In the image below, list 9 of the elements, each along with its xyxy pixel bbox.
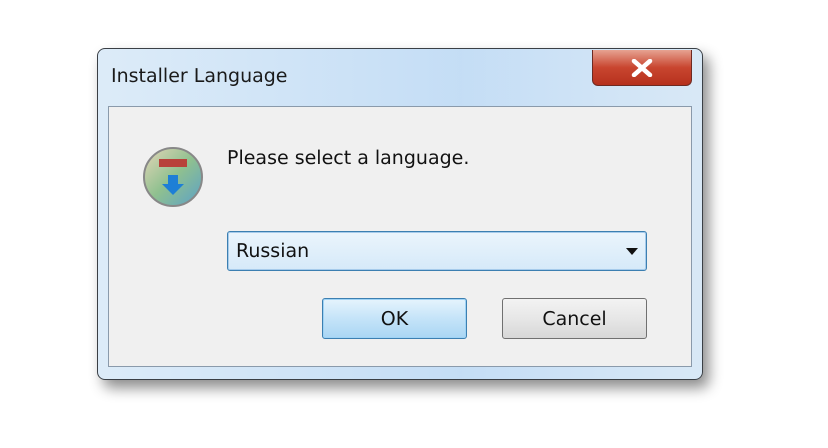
cancel-button[interactable]: Cancel [502, 298, 647, 339]
close-icon [631, 58, 653, 76]
language-dropdown[interactable]: Russian [227, 231, 647, 271]
window-title: Installer Language [111, 65, 288, 87]
prompt-text: Please select a language. [227, 147, 470, 169]
ok-button[interactable]: OK [322, 298, 467, 339]
installer-disc-icon [141, 145, 205, 209]
close-button[interactable] [592, 50, 692, 86]
dropdown-arrow-icon [626, 248, 638, 254]
